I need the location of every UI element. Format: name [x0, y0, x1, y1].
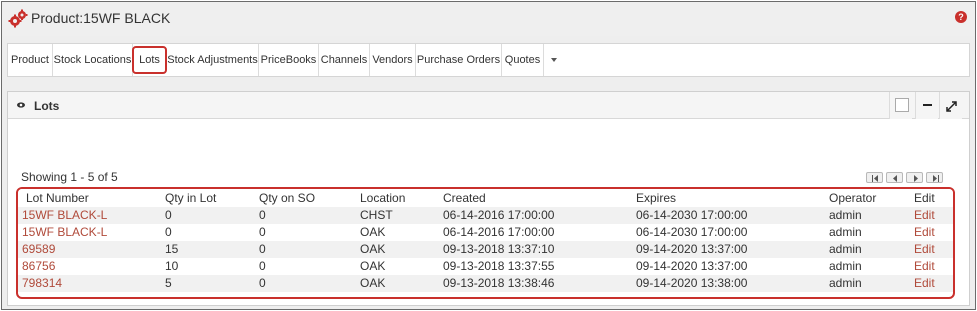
expires-date: 06-14-2030 17:00:00: [636, 225, 748, 239]
lot-number-link[interactable]: 15WF BLACK-L: [22, 208, 107, 222]
prev-page-icon: [893, 175, 897, 182]
qty-in-lot: 0: [165, 208, 172, 222]
qty-on-so: 0: [259, 208, 266, 222]
created-date: 09-13-2018 13:38:46: [443, 276, 555, 290]
column-header-created[interactable]: Created: [443, 191, 486, 205]
created-date: 06-14-2016 17:00:00: [443, 208, 555, 222]
lots-panel: Lots Showing 1 - 5 of 5 Lot Number Qty i…: [7, 91, 970, 306]
tab-purchase-orders[interactable]: Purchase Orders: [416, 44, 502, 76]
tab-channels[interactable]: Channels: [319, 44, 370, 76]
column-header-edit: Edit: [914, 191, 935, 205]
edit-link[interactable]: Edit: [914, 208, 935, 222]
edit-link[interactable]: Edit: [914, 225, 935, 239]
tab-quotes[interactable]: Quotes: [502, 44, 544, 76]
panel-title: Lots: [34, 99, 60, 113]
tab-pricebooks[interactable]: PriceBooks: [259, 44, 319, 76]
last-page-button[interactable]: [926, 172, 943, 183]
panel-header: Lots: [8, 92, 969, 119]
last-page-icon: [933, 175, 939, 182]
table-row: 86756 10 0 OAK 09-13-2018 13:37:55 09-14…: [18, 258, 953, 275]
location: OAK: [360, 276, 386, 290]
table-row: 798314 5 0 OAK 09-13-2018 13:38:46 09-14…: [18, 275, 953, 292]
edit-link[interactable]: Edit: [914, 259, 935, 273]
collapse-button[interactable]: [915, 92, 938, 119]
qty-on-so: 0: [259, 276, 266, 290]
record-count: Showing 1 - 5 of 5: [21, 170, 118, 184]
first-page-icon: [872, 175, 878, 182]
tab-product[interactable]: Product: [8, 44, 53, 76]
location: OAK: [360, 225, 386, 239]
expires-date: 09-14-2020 13:37:00: [636, 242, 748, 256]
table-header: Lot Number Qty in Lot Qty on SO Location…: [18, 189, 953, 207]
tab-stock-locations[interactable]: Stock Locations: [53, 44, 133, 76]
next-page-icon: [914, 175, 918, 182]
expand-button[interactable]: [939, 92, 962, 119]
created-date: 06-14-2016 17:00:00: [443, 225, 555, 239]
prev-page-button[interactable]: [886, 172, 903, 183]
tabs-more-dropdown-icon[interactable]: [546, 44, 562, 76]
minus-icon: [923, 104, 932, 106]
help-icon[interactable]: ?: [955, 11, 967, 23]
tab-bar: Product Stock Locations Lots Stock Adjus…: [7, 43, 970, 77]
lot-number-link[interactable]: 15WF BLACK-L: [22, 225, 107, 239]
operator: admin: [829, 225, 862, 239]
created-date: 09-13-2018 13:37:10: [443, 242, 555, 256]
column-header-location[interactable]: Location: [360, 191, 405, 205]
edit-link[interactable]: Edit: [914, 276, 935, 290]
expires-date: 09-14-2020 13:38:00: [636, 276, 748, 290]
next-page-button[interactable]: [906, 172, 923, 183]
expires-date: 06-14-2030 17:00:00: [636, 208, 748, 222]
column-header-qty-on-so[interactable]: Qty on SO: [259, 191, 315, 205]
lot-number-link[interactable]: 798314: [22, 276, 62, 290]
first-page-button[interactable]: [866, 172, 883, 183]
tab-lots[interactable]: Lots: [132, 46, 167, 74]
column-header-operator[interactable]: Operator: [829, 191, 876, 205]
qty-on-so: 0: [259, 259, 266, 273]
qty-in-lot: 5: [165, 276, 172, 290]
qty-in-lot: 10: [165, 259, 179, 273]
operator: admin: [829, 276, 862, 290]
operator: admin: [829, 208, 862, 222]
lot-number-link[interactable]: 86756: [22, 259, 55, 273]
select-checkbox[interactable]: [889, 92, 912, 119]
title-bar: Product:15WF BLACK ?: [2, 2, 975, 36]
tab-vendors[interactable]: Vendors: [370, 44, 416, 76]
tab-stock-adjustments[interactable]: Stock Adjustments: [167, 44, 259, 76]
location: CHST: [360, 208, 393, 222]
location: OAK: [360, 242, 386, 256]
column-header-lot-number[interactable]: Lot Number: [26, 191, 89, 205]
operator: admin: [829, 259, 862, 273]
qty-on-so: 0: [259, 225, 266, 239]
table-row: 69589 15 0 OAK 09-13-2018 13:37:10 09-14…: [18, 241, 953, 258]
table-row: 15WF BLACK-L 0 0 CHST 06-14-2016 17:00:0…: [18, 207, 953, 224]
created-date: 09-13-2018 13:37:55: [443, 259, 555, 273]
qty-in-lot: 0: [165, 225, 172, 239]
qty-in-lot: 15: [165, 242, 179, 256]
gears-icon: [8, 9, 28, 28]
page-title: Product:15WF BLACK: [31, 10, 171, 26]
expires-date: 09-14-2020 13:37:00: [636, 259, 748, 273]
location: OAK: [360, 259, 386, 273]
lot-number-link[interactable]: 69589: [22, 242, 55, 256]
checkbox-icon: [895, 98, 909, 112]
operator: admin: [829, 242, 862, 256]
column-header-qty-in-lot[interactable]: Qty in Lot: [165, 191, 216, 205]
qty-on-so: 0: [259, 242, 266, 256]
table-row: 15WF BLACK-L 0 0 OAK 06-14-2016 17:00:00…: [18, 224, 953, 241]
expand-icon: [946, 101, 957, 112]
edit-link[interactable]: Edit: [914, 242, 935, 256]
eye-icon[interactable]: [17, 102, 25, 108]
column-header-expires[interactable]: Expires: [636, 191, 676, 205]
product-window: Product:15WF BLACK ? Product Stock Locat…: [1, 1, 976, 310]
lots-table: Lot Number Qty in Lot Qty on SO Location…: [16, 187, 955, 299]
